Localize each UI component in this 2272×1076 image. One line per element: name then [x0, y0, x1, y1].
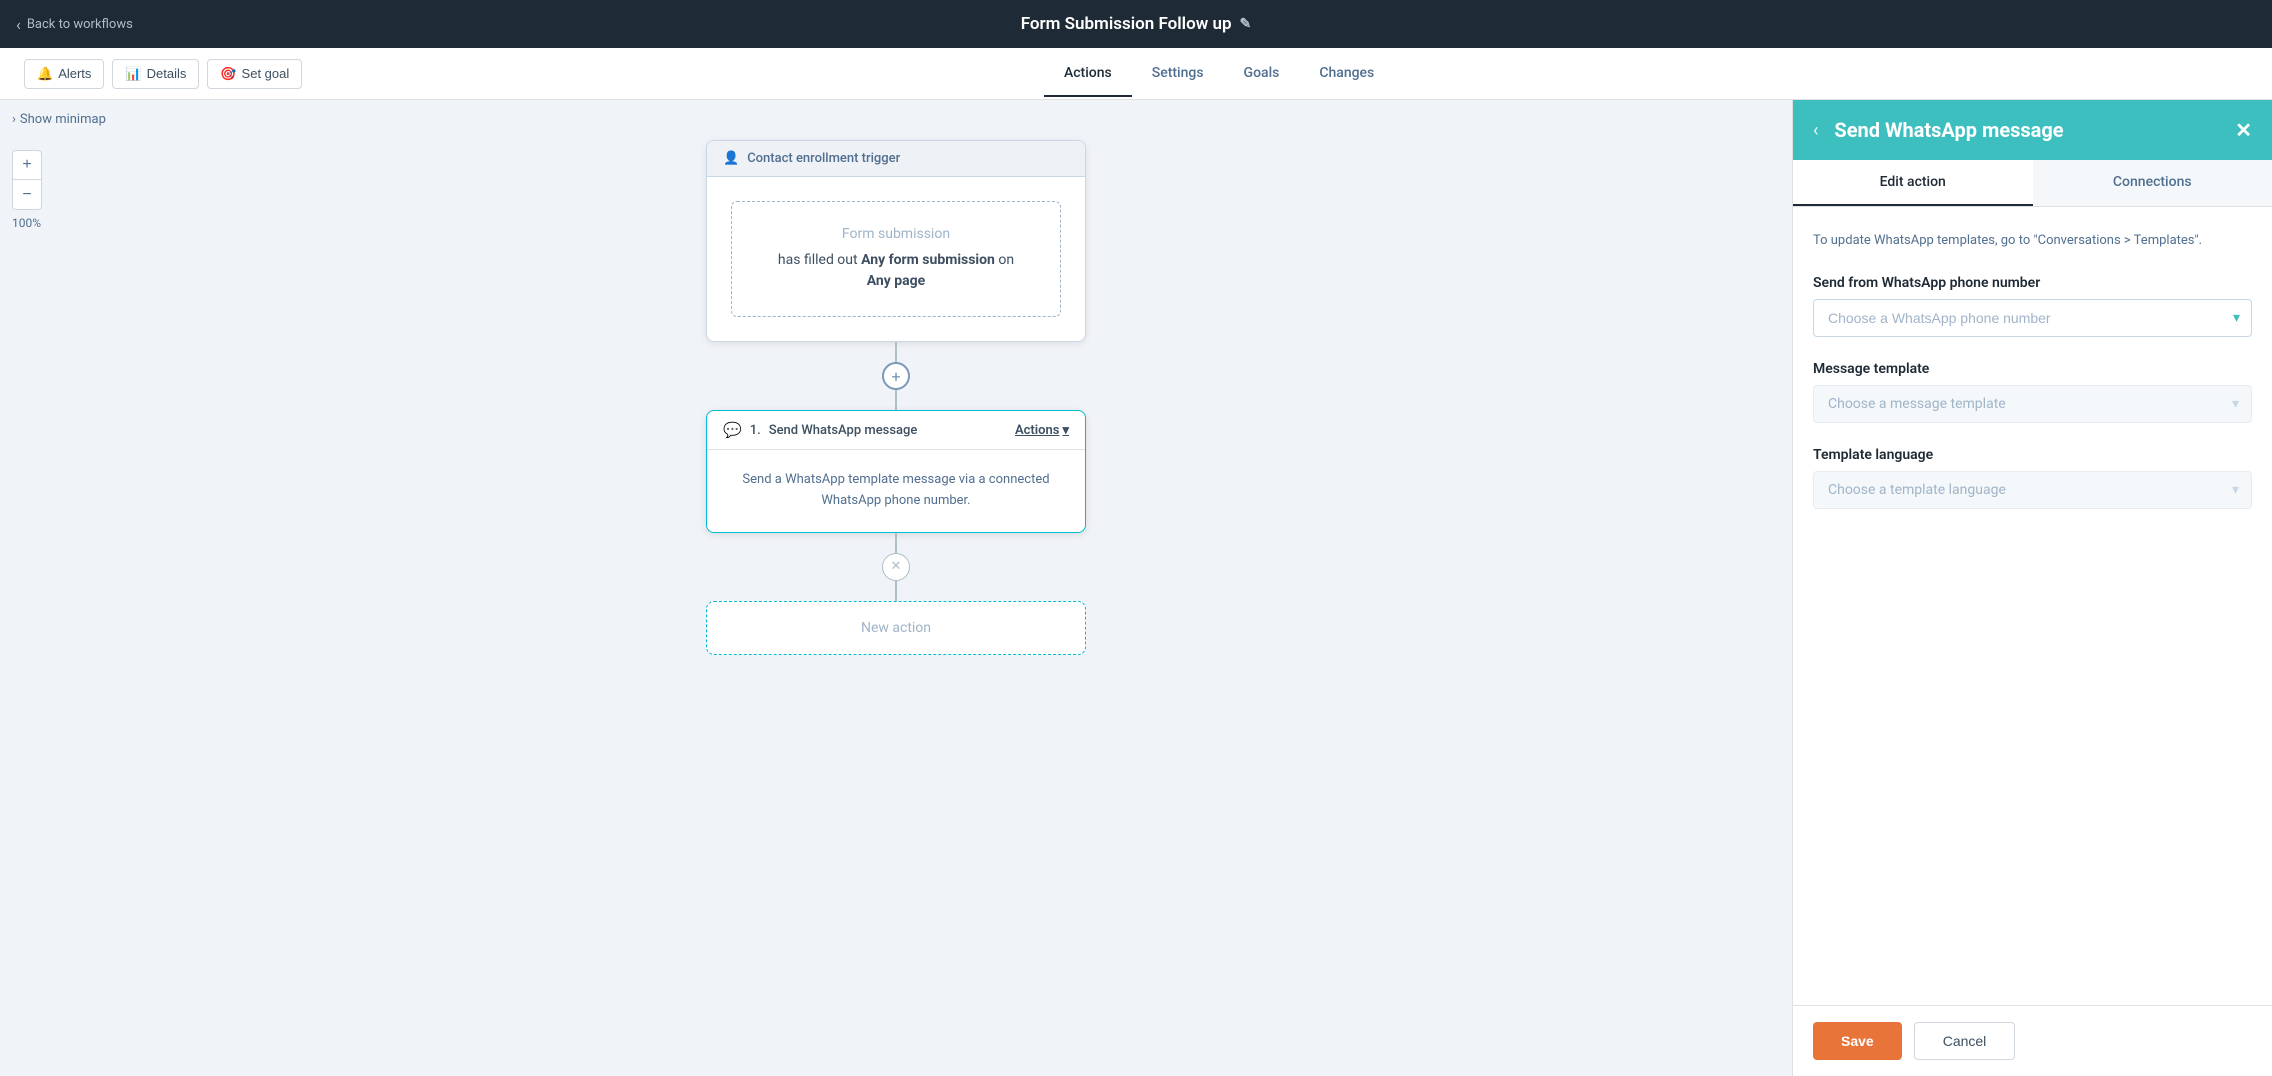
trigger-description: has filled out Any form submission on An…	[778, 250, 1014, 292]
tab-settings[interactable]: Settings	[1132, 51, 1224, 97]
top-nav: ‹ Back to workflows Form Submission Foll…	[0, 0, 2272, 48]
set-goal-label: Set goal	[242, 66, 290, 81]
chevron-right-icon: ›	[12, 112, 16, 127]
message-template-chevron-icon: ▾	[2232, 396, 2239, 412]
phone-number-select[interactable]: Choose a WhatsApp phone number	[1813, 299, 2252, 337]
trigger-node-header: 👤 Contact enrollment trigger	[707, 141, 1085, 177]
zoom-controls: + −	[12, 150, 42, 210]
details-label: Details	[147, 66, 187, 81]
template-language-label: Template language	[1813, 447, 2252, 463]
panel-header: ‹ Send WhatsApp message ✕	[1793, 100, 2272, 160]
connector-1: +	[882, 342, 910, 410]
connector-line-4	[895, 581, 897, 601]
panel-close-button[interactable]: ✕	[2235, 118, 2252, 142]
canvas-area: › Show minimap + − 100% 👤 Contact enroll…	[0, 100, 1792, 1076]
trigger-node-body[interactable]: Form submission has filled out Any form …	[731, 201, 1061, 317]
cancel-button[interactable]: Cancel	[1914, 1022, 2016, 1060]
sub-nav-left-buttons: 🔔 Alerts 📊 Details 🎯 Set goal	[24, 59, 302, 89]
connector-line-1	[895, 342, 897, 362]
trigger-node: 👤 Contact enrollment trigger Form submis…	[706, 140, 1086, 342]
message-template-placeholder: Choose a message template	[1828, 396, 2006, 412]
main-layout: › Show minimap + − 100% 👤 Contact enroll…	[0, 100, 2272, 1076]
dropdown-chevron-icon: ▾	[1062, 423, 1069, 438]
set-goal-button[interactable]: 🎯 Set goal	[207, 59, 302, 89]
connector-line-2	[895, 390, 897, 410]
template-language-select-wrapper: Choose a template language ▾	[1813, 471, 2252, 509]
alerts-button[interactable]: 🔔 Alerts	[24, 59, 104, 89]
workflow-title: Form Submission Follow up ✎	[1021, 14, 1252, 34]
action-node-body: Send a WhatsApp template message via a c…	[707, 450, 1085, 532]
bell-icon: 🔔	[37, 66, 53, 82]
save-button[interactable]: Save	[1813, 1022, 1902, 1060]
template-language-placeholder: Choose a template language	[1828, 482, 2006, 498]
action-node-title: 💬 1. Send WhatsApp message	[723, 421, 917, 439]
new-action-node[interactable]: New action	[706, 601, 1086, 655]
person-icon: 👤	[723, 151, 739, 166]
back-to-workflows-link[interactable]: ‹ Back to workflows	[16, 15, 133, 34]
minimap-label: Show minimap	[20, 112, 106, 127]
panel-tab-edit[interactable]: Edit action	[1793, 160, 2033, 206]
details-button[interactable]: 📊 Details	[112, 59, 199, 89]
panel-tab-connections[interactable]: Connections	[2033, 160, 2272, 206]
zoom-in-button[interactable]: +	[12, 150, 42, 180]
new-action-label: New action	[861, 620, 931, 636]
connector-line-3	[895, 533, 897, 553]
phone-number-select-wrapper: Choose a WhatsApp phone number ▾	[1813, 299, 2252, 337]
workflow-canvas: 👤 Contact enrollment trigger Form submis…	[686, 140, 1106, 655]
back-arrow-icon: ‹	[16, 15, 21, 34]
panel-title: Send WhatsApp message	[1834, 118, 2063, 142]
phone-number-field-group: Send from WhatsApp phone number Choose a…	[1813, 275, 2252, 337]
connector-2: ✕	[882, 533, 910, 601]
actions-dropdown[interactable]: Actions ▾	[1015, 423, 1069, 438]
panel-back-button[interactable]: ‹	[1813, 120, 1818, 141]
panel-tabs: Edit action Connections	[1793, 160, 2272, 207]
tab-actions[interactable]: Actions	[1044, 51, 1132, 97]
whatsapp-icon: 💬	[723, 421, 742, 439]
template-language-chevron-icon: ▾	[2232, 482, 2239, 498]
message-template-label: Message template	[1813, 361, 2252, 377]
phone-number-label: Send from WhatsApp phone number	[1813, 275, 2252, 291]
sub-nav-tabs: Actions Settings Goals Changes	[1044, 51, 1394, 97]
panel-body: To update WhatsApp templates, go to "Con…	[1793, 207, 2272, 1005]
panel-nav: ‹ Send WhatsApp message	[1813, 118, 2064, 142]
edit-title-icon[interactable]: ✎	[1240, 16, 1252, 32]
workflow-name-text: Form Submission Follow up	[1021, 14, 1232, 34]
tab-goals[interactable]: Goals	[1224, 51, 1300, 97]
sub-nav: 🔔 Alerts 📊 Details 🎯 Set goal Actions Se…	[0, 48, 2272, 100]
actions-dropdown-label: Actions	[1015, 423, 1060, 438]
trigger-type-label: Form submission	[842, 226, 950, 242]
template-language-field-group: Template language Choose a template lang…	[1813, 447, 2252, 509]
zoom-out-button[interactable]: −	[12, 180, 42, 210]
goal-icon: 🎯	[220, 66, 236, 82]
panel-footer: Save Cancel	[1793, 1005, 2272, 1076]
back-link-label: Back to workflows	[27, 17, 133, 32]
action-node-header: 💬 1. Send WhatsApp message Actions ▾	[707, 411, 1085, 450]
action-step-number: 1.	[750, 423, 761, 438]
zoom-level-display: 100%	[12, 216, 41, 230]
action-node: 💬 1. Send WhatsApp message Actions ▾ Sen…	[706, 410, 1086, 533]
add-step-button[interactable]: +	[882, 362, 910, 390]
message-template-field-group: Message template Choose a message templa…	[1813, 361, 2252, 423]
message-template-select-wrapper: Choose a message template ▾	[1813, 385, 2252, 423]
remove-branch-button[interactable]: ✕	[882, 553, 910, 581]
minimap-toggle[interactable]: › Show minimap	[12, 112, 106, 127]
right-panel: ‹ Send WhatsApp message ✕ Edit action Co…	[1792, 100, 2272, 1076]
action-title-text: Send WhatsApp message	[769, 423, 918, 438]
info-text: To update WhatsApp templates, go to "Con…	[1813, 231, 2252, 251]
trigger-header-label: Contact enrollment trigger	[747, 151, 900, 166]
tab-changes[interactable]: Changes	[1299, 51, 1394, 97]
action-description: Send a WhatsApp template message via a c…	[742, 472, 1049, 508]
alerts-label: Alerts	[58, 66, 91, 81]
chart-icon: 📊	[125, 66, 141, 82]
